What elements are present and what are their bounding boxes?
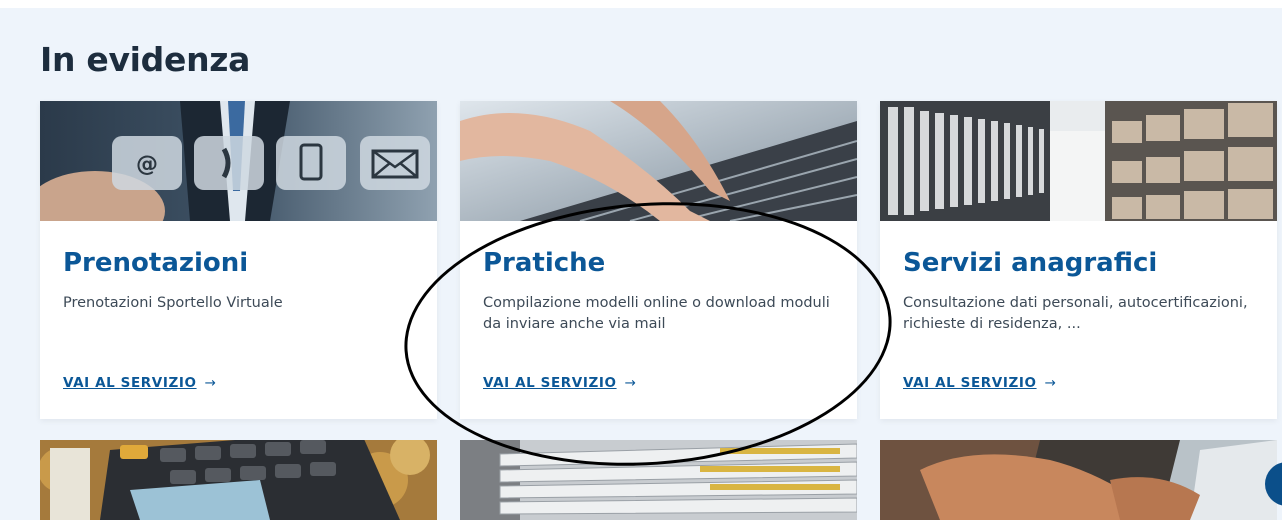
service-card-pratiche[interactable]: Pratiche Compilazione modelli online o d… bbox=[460, 101, 857, 419]
envelope-icon bbox=[360, 136, 430, 190]
card-image-files bbox=[460, 440, 857, 520]
card-title: Prenotazioni bbox=[63, 248, 249, 278]
card-title: Pratiche bbox=[483, 248, 606, 278]
link-label: VAI AL SERVIZIO bbox=[903, 375, 1037, 391]
arrow-right-icon: → bbox=[1044, 375, 1057, 391]
service-card-bottom-1[interactable] bbox=[40, 440, 437, 520]
service-card-servizi-anagrafici[interactable]: Servizi anagrafici Consultazione dati pe… bbox=[880, 101, 1277, 419]
card-title: Servizi anagrafici bbox=[903, 248, 1158, 278]
card-description: Compilazione modelli online o download m… bbox=[483, 295, 830, 332]
link-label: VAI AL SERVIZIO bbox=[483, 375, 617, 391]
service-card-prenotazioni[interactable]: @ Prenotazioni Prenotazioni Sportello Vi… bbox=[40, 101, 437, 419]
card-description: Prenotazioni Sportello Virtuale bbox=[63, 295, 283, 311]
card-image-archive bbox=[880, 101, 1277, 221]
card-image-contact: @ bbox=[40, 101, 437, 221]
svg-text:@: @ bbox=[136, 152, 158, 177]
card-image-calculator bbox=[40, 440, 437, 520]
section-heading: In evidenza bbox=[40, 40, 251, 79]
arrow-right-icon: → bbox=[204, 375, 217, 391]
card-link-vai-al-servizio[interactable]: VAI AL SERVIZIO → bbox=[903, 375, 1056, 391]
arrow-right-icon: → bbox=[624, 375, 637, 391]
service-card-bottom-2[interactable] bbox=[460, 440, 857, 520]
service-card-bottom-3[interactable] bbox=[880, 440, 1277, 520]
card-link-vai-al-servizio[interactable]: VAI AL SERVIZIO → bbox=[63, 375, 216, 391]
card-image-laptop-hands bbox=[880, 440, 1277, 520]
card-link-vai-al-servizio[interactable]: VAI AL SERVIZIO → bbox=[483, 375, 636, 391]
card-description: Consultazione dati personali, autocertif… bbox=[903, 295, 1248, 332]
link-label: VAI AL SERVIZIO bbox=[63, 375, 197, 391]
card-image-keyboard bbox=[460, 101, 857, 221]
